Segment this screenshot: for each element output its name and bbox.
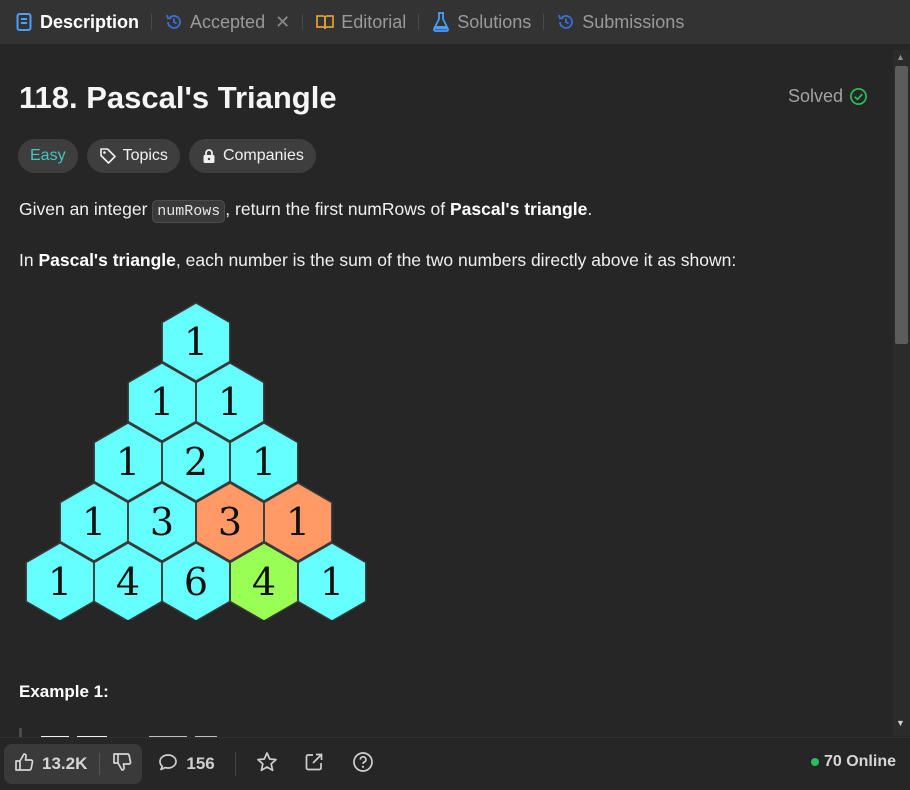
- book-icon: [315, 12, 335, 32]
- clipped-example-text: [19, 728, 217, 737]
- solved-label: Solved: [787, 86, 843, 106]
- thumbs-down-icon[interactable]: [112, 752, 132, 777]
- tag-icon: [99, 147, 117, 165]
- text: , each number is the sum of the two numb…: [175, 250, 737, 270]
- triangle-number: 3: [150, 500, 174, 544]
- triangle-number: 4: [116, 560, 140, 604]
- solved-status: Solved: [788, 86, 868, 107]
- bottom-bar: 13.2K 156 70 Online: [0, 737, 910, 790]
- topics-button[interactable]: Topics: [86, 139, 180, 173]
- online-dot: [810, 758, 819, 766]
- difficulty-badge: Easy: [18, 139, 78, 173]
- online-count: 70 Online: [823, 753, 896, 770]
- tab-editorial[interactable]: Editorial: [315, 0, 406, 44]
- history-icon: [164, 12, 184, 32]
- triangle-number: 1: [48, 560, 72, 604]
- example-heading: Example 1:: [19, 682, 109, 701]
- description-panel: 118. Pascal's Triangle Solved Easy Topic…: [0, 44, 910, 737]
- lock-icon: [201, 148, 217, 164]
- question-circle-icon: [352, 751, 374, 778]
- tab-bar: Description Accepted ✕ Editorial Solutio…: [0, 0, 910, 44]
- tab-divider: [151, 14, 153, 30]
- tab-divider: [418, 14, 420, 30]
- triangle-number: 1: [150, 380, 174, 424]
- favorite-button[interactable]: [256, 751, 278, 778]
- tab-accepted[interactable]: Accepted ✕: [164, 0, 290, 44]
- scroll-up-arrow[interactable]: ▲: [896, 52, 905, 62]
- comments-button[interactable]: 156: [158, 752, 215, 777]
- triangle-number: 2: [184, 440, 208, 484]
- triangle-number: 1: [320, 560, 344, 604]
- comment-icon: [158, 752, 178, 777]
- vote-box: 13.2K: [4, 744, 143, 784]
- tab-accepted-label: Accepted: [190, 11, 266, 32]
- help-button[interactable]: [352, 751, 374, 778]
- check-circle-icon: [850, 88, 867, 105]
- triangle-number: 1: [252, 440, 276, 484]
- triangle-number: 4: [252, 560, 276, 604]
- document-icon: [14, 12, 34, 32]
- close-icon[interactable]: ✕: [275, 12, 290, 33]
- online-status: 70 Online: [810, 753, 896, 771]
- companies-button[interactable]: Companies: [188, 139, 316, 173]
- bold-text: Pascal's triangle: [449, 199, 588, 219]
- description-paragraph-2: In Pascal's triangle, each number is the…: [19, 250, 736, 271]
- history-icon: [556, 12, 576, 32]
- text: , return the first numRows of: [225, 199, 450, 219]
- description-paragraph-1: Given an integer numRows, return the fir…: [19, 199, 593, 223]
- scrollbar-thumb[interactable]: [895, 66, 908, 344]
- tab-solutions[interactable]: Solutions: [431, 0, 531, 44]
- difficulty-label: Easy: [30, 147, 66, 164]
- share-button[interactable]: [304, 752, 324, 777]
- tab-solutions-label: Solutions: [457, 11, 532, 32]
- problem-tags: Easy Topics Companies: [18, 139, 325, 173]
- vote-divider: [99, 753, 101, 775]
- triangle-number: 1: [286, 500, 310, 544]
- triangle-number: 1: [116, 440, 140, 484]
- tab-editorial-label: Editorial: [341, 11, 407, 32]
- text: .: [587, 199, 593, 219]
- triangle-number: 6: [184, 560, 208, 604]
- triangle-number: 1: [82, 500, 106, 544]
- bold-text: Pascal's triangle: [38, 250, 176, 270]
- text: Given an integer: [19, 199, 153, 219]
- topics-label: Topics: [122, 147, 168, 164]
- tab-submissions-label: Submissions: [582, 11, 685, 32]
- toolbar-divider: [234, 752, 236, 776]
- external-link-icon: [304, 752, 324, 777]
- tab-description[interactable]: Description: [14, 0, 139, 44]
- comments-count: 156: [186, 754, 215, 773]
- scroll-down-arrow[interactable]: ▼: [896, 718, 905, 728]
- companies-label: Companies: [222, 147, 304, 164]
- tab-divider: [302, 14, 304, 30]
- tab-submissions[interactable]: Submissions: [556, 0, 684, 44]
- triangle-number: 3: [218, 500, 242, 544]
- pascal-triangle-image: 11 11 2 11 3 3 11 4 6 4 1: [25, 302, 367, 620]
- problem-title[interactable]: 118. Pascal's Triangle: [19, 80, 337, 116]
- likes-count: 13.2K: [42, 754, 88, 773]
- tab-divider: [543, 14, 545, 30]
- thumbs-up-icon[interactable]: [14, 752, 34, 777]
- flask-icon: [431, 12, 451, 32]
- inline-code: numRows: [152, 200, 226, 223]
- triangle-number: 1: [218, 380, 242, 424]
- star-icon: [256, 751, 278, 778]
- triangle-number: 1: [184, 320, 208, 364]
- text: In: [19, 250, 39, 270]
- tab-description-label: Description: [40, 11, 140, 32]
